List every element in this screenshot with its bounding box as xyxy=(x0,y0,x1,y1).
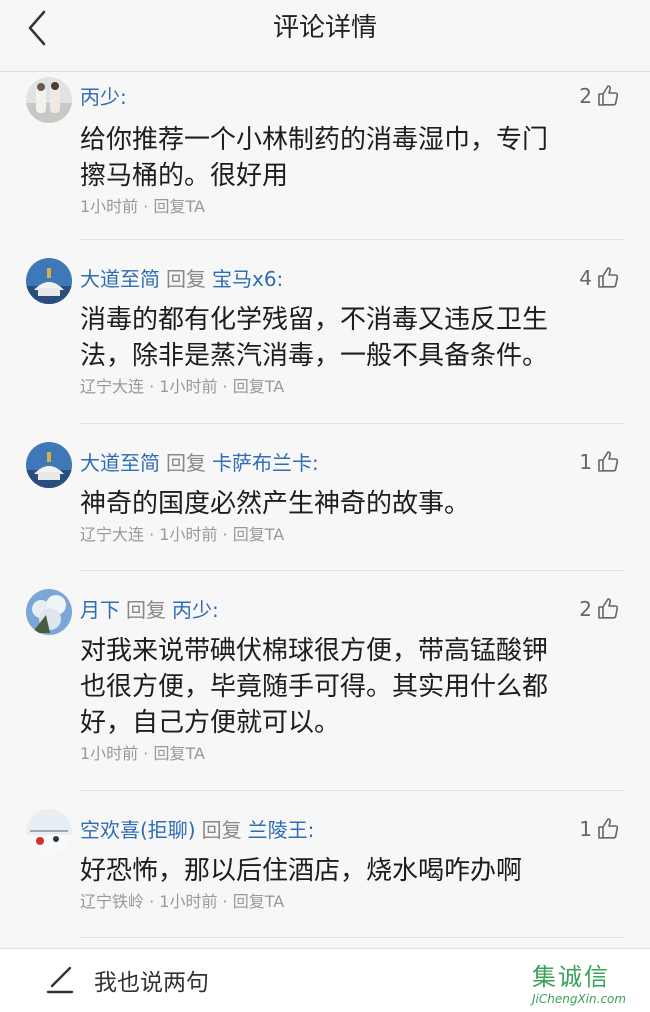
like-button[interactable]: 2 xyxy=(579,597,620,621)
thumbs-up-icon xyxy=(598,267,619,288)
comment-text: 对我来说带碘伏棉球很方便，带高锰酸钾 也很方便，毕竟随手可得。其实用什么都 好，… xyxy=(80,636,549,738)
like-count: 2 xyxy=(579,84,592,108)
username[interactable]: 丙少: xyxy=(80,85,127,109)
comment-list[interactable]: 丙少: 2 给你推荐一个小林制药的消毒湿巾，专门 擦马桶的。很好用 1小时前 ·… xyxy=(0,72,650,938)
comment-header: 大道至简 回复 宝马x6: xyxy=(80,267,284,291)
reply-action[interactable]: 回复TA xyxy=(153,197,204,216)
compose-button[interactable]: 我也说两句 xyxy=(44,963,209,997)
thumbs-up-icon xyxy=(598,85,619,106)
comment-header: 月下 回复 丙少: xyxy=(80,598,219,622)
reply-action[interactable]: 回复TA xyxy=(153,744,204,763)
watermark-logo: 集诚信 JiChengXin.com xyxy=(532,963,627,1006)
username[interactable]: 月下 xyxy=(80,598,120,622)
comment-item: 大道至简 回复 卡萨布兰卡: 1 神奇的国度必然产生神奇的故事。 辽宁大连 · 1小… xyxy=(0,424,650,570)
page-title: 评论详情 xyxy=(272,13,377,43)
comment-header: 空欢喜(拒聊) 回复 兰陵王: xyxy=(80,818,315,842)
comment-header: 丙少: xyxy=(80,84,127,110)
reply-target[interactable]: 宝马x6: xyxy=(212,267,283,291)
thumbs-up-icon xyxy=(598,451,619,472)
comment-text: 神奇的国度必然产生神奇的故事。 xyxy=(80,489,471,519)
like-button[interactable]: 2 xyxy=(579,84,620,108)
like-count: 2 xyxy=(579,597,592,621)
comment-text: 好恐怖，那以后住酒店，烧水喝咋办啊 xyxy=(80,856,523,886)
bottom-bar: 我也说两句 集诚信 JiChengXin.com xyxy=(0,948,650,1012)
like-count: 4 xyxy=(579,266,592,290)
reply-action[interactable]: 回复TA xyxy=(233,892,284,911)
reply-action[interactable]: 回复TA xyxy=(233,525,284,544)
comment-meta: 辽宁大连 · 1小时前 · 回复TA xyxy=(80,525,285,544)
reply-target[interactable]: 兰陵王: xyxy=(248,818,315,842)
comment-header: 大道至简 回复 卡萨布兰卡: xyxy=(80,451,319,475)
pencil-icon xyxy=(46,966,74,994)
like-button[interactable]: 1 xyxy=(579,450,620,474)
comment-item: 月下 回复 丙少: 2 对我来说带碘伏棉球很方便，带高锰酸钾 也很方便，毕竟随手可得… xyxy=(0,571,650,790)
username[interactable]: 大道至简 xyxy=(80,451,160,475)
compose-placeholder: 我也说两句 xyxy=(94,970,209,996)
like-count: 1 xyxy=(579,450,592,474)
comment-meta: 1小时前 · 回复TA xyxy=(80,744,205,763)
comment-text: 给你推荐一个小林制药的消毒湿巾，专门 擦马桶的。很好用 xyxy=(80,125,549,191)
avatar[interactable] xyxy=(26,77,72,123)
reply-action[interactable]: 回复TA xyxy=(233,377,284,396)
divider xyxy=(80,937,624,938)
username[interactable]: 空欢喜(拒聊) xyxy=(80,818,196,842)
comment-item: 空欢喜(拒聊) 回复 兰陵王: 1 好恐怖，那以后住酒店，烧水喝咋办啊 辽宁铁岭 ·… xyxy=(0,791,650,937)
comment-item: 大道至简 回复 宝马x6: 4 消毒的都有化学残留，不消毒又违反卫生 法，除非是蒸汽… xyxy=(0,240,650,423)
comment-meta: 辽宁大连 · 1小时前 · 回复TA xyxy=(80,377,285,396)
comment-meta: 辽宁铁岭 · 1小时前 · 回复TA xyxy=(80,892,285,911)
avatar[interactable] xyxy=(26,809,72,855)
comment-text: 消毒的都有化学残留，不消毒又违反卫生 法，除非是蒸汽消毒，一般不具备条件。 xyxy=(80,305,549,371)
like-button[interactable]: 4 xyxy=(579,266,620,290)
like-button[interactable]: 1 xyxy=(579,817,620,841)
avatar[interactable] xyxy=(26,589,72,635)
comment-item: 丙少: 2 给你推荐一个小林制药的消毒湿巾，专门 擦马桶的。很好用 1小时前 ·… xyxy=(0,72,650,239)
avatar[interactable] xyxy=(26,258,72,304)
comment-meta: 1小时前 · 回复TA xyxy=(80,197,205,216)
reply-target[interactable]: 卡萨布兰卡: xyxy=(212,451,319,475)
thumbs-up-icon xyxy=(598,598,619,619)
like-count: 1 xyxy=(579,817,592,841)
avatar[interactable] xyxy=(26,442,72,488)
thumbs-up-icon xyxy=(598,818,619,839)
reply-target[interactable]: 丙少: xyxy=(172,598,219,622)
username[interactable]: 大道至简 xyxy=(80,267,160,291)
top-bar: 评论详情 xyxy=(0,0,650,72)
